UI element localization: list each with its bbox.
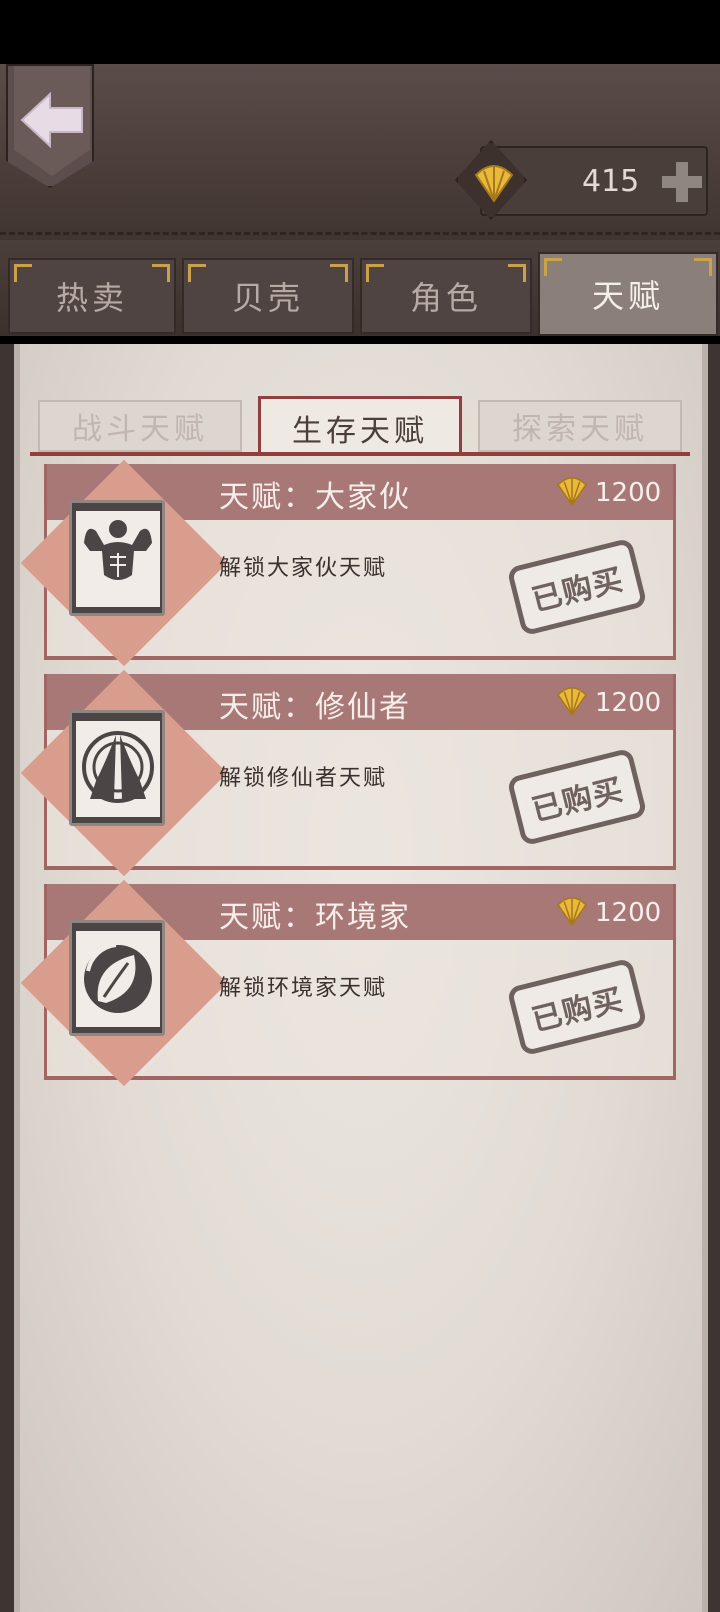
- talent-price: 1200: [595, 898, 662, 928]
- tab-corner: [694, 258, 712, 276]
- purchased-stamp: 已购买: [506, 957, 648, 1057]
- talent-card[interactable]: 天赋：大家伙 1200 解锁大家伙天赋 已购买: [20, 459, 676, 667]
- talent-card[interactable]: 天赋：环境家 1200 解锁环境家天赋 已购买: [20, 879, 676, 1087]
- talent-icon-frame: [69, 500, 165, 616]
- sub-tabs: 战斗天赋 生存天赋 探索天赋: [30, 396, 690, 456]
- tab-label: 贝壳: [231, 279, 304, 317]
- purchased-stamp: 已购买: [506, 747, 648, 847]
- subtab-survival[interactable]: 生存天赋: [258, 396, 462, 456]
- subtab-underline: [30, 452, 690, 456]
- shell-icon: [557, 687, 587, 717]
- tab-shell[interactable]: 贝壳: [182, 258, 354, 334]
- header-stitch: [0, 232, 720, 235]
- talent-card[interactable]: 天赋：修仙者 1200 解锁修仙者天赋 已购买: [20, 669, 676, 877]
- tab-label: 角色: [409, 279, 482, 317]
- talent-title: 天赋：环境家: [219, 900, 411, 935]
- tab-corner: [14, 264, 32, 282]
- tab-hot[interactable]: 热卖: [8, 258, 176, 334]
- shell-icon: [557, 477, 587, 507]
- frame-right: [706, 344, 720, 1612]
- left-arrow-icon: [20, 91, 83, 149]
- tab-corner: [152, 264, 170, 282]
- talent-icon-frame: [69, 710, 165, 826]
- status-bar: [0, 0, 720, 64]
- subtab-label: 探索天赋: [512, 412, 648, 447]
- tab-corner: [330, 264, 348, 282]
- tab-character[interactable]: 角色: [360, 258, 532, 334]
- subtab-label: 战斗天赋: [72, 412, 208, 447]
- shell-icon: [557, 897, 587, 927]
- tab-corner: [508, 264, 526, 282]
- purchased-stamp: 已购买: [506, 537, 648, 637]
- talent-desc: 解锁修仙者天赋: [219, 766, 388, 791]
- muscle-man-icon: [76, 511, 160, 607]
- talent-desc: 解锁大家伙天赋: [219, 556, 388, 581]
- talent-price: 1200: [595, 688, 662, 718]
- tab-talent[interactable]: 天赋: [538, 252, 718, 336]
- subtab-combat[interactable]: 战斗天赋: [38, 400, 242, 452]
- tab-corner: [544, 258, 562, 276]
- subtab-explore[interactable]: 探索天赋: [478, 400, 682, 452]
- talent-title: 天赋：修仙者: [219, 690, 411, 725]
- main-tabs: 热卖 贝壳 角色 天赋: [0, 252, 720, 338]
- add-currency-button[interactable]: [660, 160, 704, 204]
- tab-corner: [188, 264, 206, 282]
- talent-title: 天赋：大家伙: [219, 480, 411, 515]
- currency-amount: 415: [582, 164, 640, 199]
- tab-corner: [366, 264, 384, 282]
- tab-label: 天赋: [591, 277, 664, 315]
- plus-icon: [662, 162, 702, 202]
- praying-hands-icon: [76, 721, 160, 817]
- talent-desc: 解锁环境家天赋: [219, 976, 388, 1001]
- subtab-label: 生存天赋: [292, 413, 428, 449]
- talent-price: 1200: [595, 478, 662, 508]
- talent-icon-frame: [69, 920, 165, 1036]
- leaf-recycle-icon: [76, 931, 160, 1027]
- shell-icon: [474, 165, 514, 203]
- tab-label: 热卖: [55, 279, 128, 317]
